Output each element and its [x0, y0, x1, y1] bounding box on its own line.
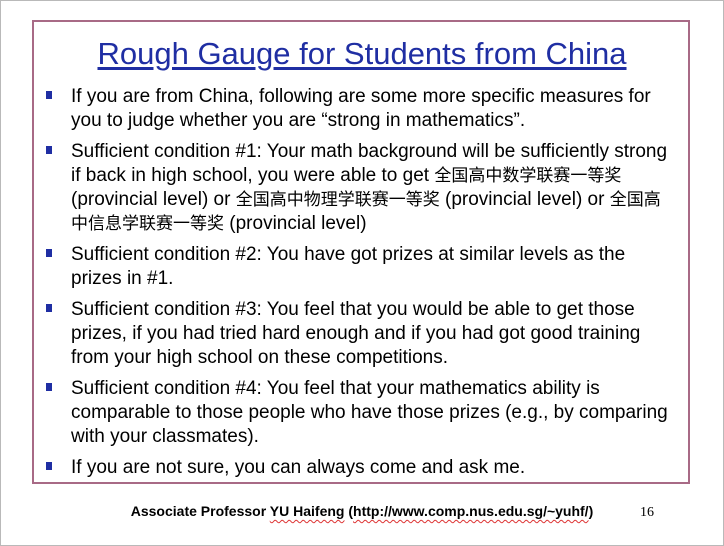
- bullet-text: If you are from China, following are som…: [71, 86, 651, 131]
- chinese-award-text: 全国高中物理学联赛一等奖: [235, 190, 440, 210]
- footer-paren-close: ): [588, 503, 594, 519]
- bullet-marker-icon: [46, 91, 52, 99]
- bullet-item: Sufficient condition #4: You feel that y…: [46, 377, 676, 449]
- bullet-marker-icon: [46, 249, 52, 257]
- footer-credit: Associate Professor YU Haifeng (http://w…: [0, 503, 724, 519]
- footer-paren-open: (: [344, 503, 354, 519]
- footer-url-link[interactable]: http://www.comp.nus.edu.sg/~yuhf/: [353, 503, 589, 519]
- bullet-marker-icon: [46, 383, 52, 391]
- page-number: 16: [640, 505, 654, 520]
- slide-title: Rough Gauge for Students from China: [97, 36, 627, 71]
- bullet-list: If you are from China, following are som…: [46, 85, 676, 487]
- bullet-item: Sufficient condition #2: You have got pr…: [46, 243, 676, 291]
- bullet-item: If you are not sure, you can always come…: [46, 456, 676, 480]
- footer-prefix: Associate Professor: [130, 503, 270, 519]
- bullet-text: (provincial level) or: [439, 189, 610, 210]
- bullet-item: If you are from China, following are som…: [46, 85, 676, 133]
- bullet-text: Sufficient condition #2: You have got pr…: [71, 244, 626, 289]
- chinese-award-text: 全国高中数学联赛一等奖: [434, 166, 622, 186]
- bullet-text: (provincial level): [224, 213, 367, 234]
- bullet-text: Sufficient condition #4: You feel that y…: [71, 378, 668, 447]
- bullet-marker-icon: [46, 304, 52, 312]
- bullet-item: Sufficient condition #3: You feel that y…: [46, 298, 676, 370]
- bullet-marker-icon: [46, 146, 52, 154]
- bullet-text: Sufficient condition #3: You feel that y…: [71, 299, 641, 368]
- bullet-marker-icon: [46, 462, 52, 470]
- bullet-text: If you are not sure, you can always come…: [71, 457, 526, 478]
- bullet-text: (provincial level) or: [71, 189, 236, 210]
- bullet-item: Sufficient condition #1: Your math backg…: [46, 140, 676, 236]
- footer-author-name: YU Haifeng: [269, 503, 345, 519]
